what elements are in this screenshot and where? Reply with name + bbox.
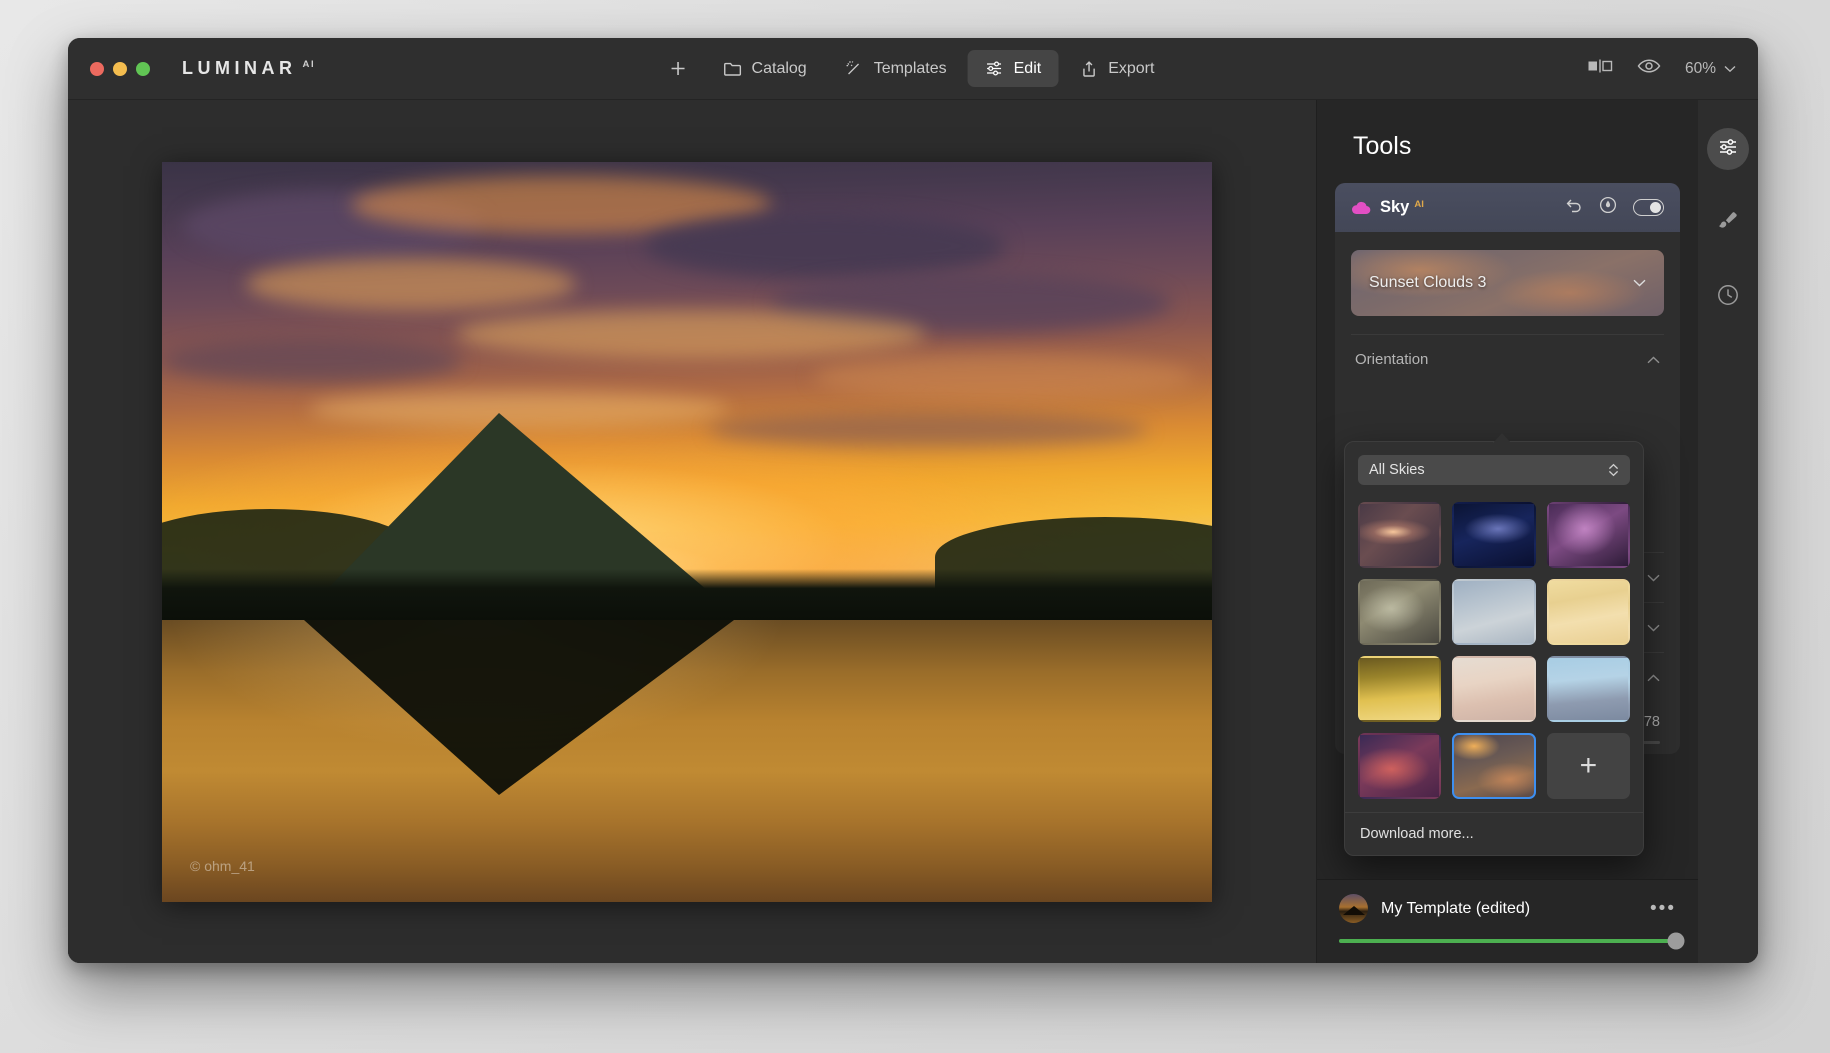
brand-superscript: AI bbox=[303, 59, 316, 70]
main-content: © ohm_41 Tools Sky AI bbox=[68, 100, 1758, 963]
title-bar: LUMINAR AI Catalog bbox=[68, 38, 1758, 100]
tab-catalog-label: Catalog bbox=[752, 60, 807, 78]
shoreline bbox=[162, 569, 1212, 621]
cloud-shape bbox=[162, 339, 462, 383]
brand-name: LUMINAR bbox=[182, 58, 297, 79]
plus-icon bbox=[669, 59, 688, 78]
sky-thumbnail[interactable] bbox=[1547, 656, 1630, 722]
sky-tool-header[interactable]: Sky AI bbox=[1335, 183, 1680, 232]
tab-templates[interactable]: Templates bbox=[828, 50, 964, 87]
mountain-reflection bbox=[304, 620, 734, 795]
photo-canvas[interactable]: © ohm_41 bbox=[68, 100, 1316, 963]
page-title: Tools bbox=[1317, 100, 1698, 183]
chevron-down-icon bbox=[1647, 619, 1660, 636]
tab-export-label: Export bbox=[1108, 60, 1154, 78]
sky-thumbnail[interactable] bbox=[1358, 579, 1441, 645]
sky-picker-popup: All Skies + Download more... bbox=[1344, 441, 1644, 856]
chevron-up-icon bbox=[1647, 669, 1660, 686]
share-icon bbox=[1079, 59, 1098, 78]
edited-photo: © ohm_41 bbox=[162, 162, 1212, 902]
sky-tool-toggle[interactable] bbox=[1633, 199, 1664, 216]
ellipsis-icon[interactable]: ••• bbox=[1650, 898, 1676, 920]
download-more-link[interactable]: Download more... bbox=[1345, 812, 1643, 855]
chevron-down-icon bbox=[1647, 569, 1660, 586]
section-orientation-label: Orientation bbox=[1355, 351, 1428, 368]
close-button[interactable] bbox=[90, 62, 104, 76]
cloud-shape bbox=[246, 258, 576, 310]
tool-ai-badge: AI bbox=[1414, 199, 1424, 210]
cloud-shape bbox=[456, 310, 926, 358]
sky-thumbnail[interactable] bbox=[1452, 502, 1535, 568]
rail-history-button[interactable] bbox=[1707, 276, 1749, 318]
undo-icon[interactable] bbox=[1565, 197, 1583, 218]
cloud-icon bbox=[1351, 201, 1371, 215]
luminar-window: LUMINAR AI Catalog bbox=[68, 38, 1758, 963]
sky-thumbnail-grid: + bbox=[1345, 489, 1643, 812]
magic-wand-icon bbox=[845, 59, 864, 78]
folder-icon bbox=[723, 59, 742, 78]
sky-category-label: All Skies bbox=[1369, 462, 1425, 478]
sky-thumbnail[interactable] bbox=[1452, 579, 1535, 645]
clock-icon bbox=[1716, 283, 1740, 312]
app-brand: LUMINAR AI bbox=[182, 58, 315, 79]
chevron-down-icon bbox=[1724, 65, 1736, 73]
mask-brush-icon[interactable] bbox=[1599, 196, 1617, 219]
tab-export[interactable]: Export bbox=[1062, 50, 1171, 87]
sky-thumbnail[interactable] bbox=[1452, 656, 1535, 722]
sliders-icon bbox=[985, 59, 1004, 78]
sliders-icon bbox=[1717, 136, 1739, 163]
sky-thumbnail[interactable] bbox=[1358, 502, 1441, 568]
zoom-level-button[interactable]: 60% bbox=[1685, 60, 1736, 78]
sky-selection-label: Sunset Clouds 3 bbox=[1369, 274, 1486, 292]
brush-icon bbox=[1716, 209, 1740, 238]
rail-edit-tools-button[interactable] bbox=[1707, 128, 1749, 170]
right-icon-rail bbox=[1698, 100, 1758, 963]
sky-tool-name: Sky AI bbox=[1380, 198, 1424, 217]
reflection-amount-value: 78 bbox=[1644, 714, 1660, 730]
sky-thumbnail[interactable] bbox=[1547, 502, 1630, 568]
zoom-level-value: 60% bbox=[1685, 60, 1716, 78]
sky-tool-actions bbox=[1565, 196, 1664, 219]
cloud-shape bbox=[813, 354, 1193, 400]
template-slider-knob[interactable] bbox=[1668, 933, 1685, 950]
chevron-down-icon bbox=[1633, 274, 1646, 292]
tab-edit[interactable]: Edit bbox=[968, 50, 1059, 87]
template-thumbnail bbox=[1339, 894, 1368, 923]
tab-templates-label: Templates bbox=[874, 60, 947, 78]
template-amount-slider[interactable] bbox=[1339, 939, 1676, 943]
tab-edit-label: Edit bbox=[1014, 60, 1042, 78]
compare-view-icon[interactable] bbox=[1587, 58, 1613, 79]
template-name: My Template (edited) bbox=[1381, 900, 1530, 918]
toolbar-right: 60% bbox=[1587, 38, 1736, 99]
template-slider-fill bbox=[1339, 939, 1676, 943]
tool-label: Sky bbox=[1380, 198, 1409, 217]
chevron-up-icon bbox=[1647, 351, 1660, 368]
up-down-chevron-icon bbox=[1608, 463, 1619, 477]
tools-panel: Tools Sky AI bbox=[1316, 100, 1698, 963]
rail-brush-button[interactable] bbox=[1707, 202, 1749, 244]
cloud-shape bbox=[708, 413, 1148, 447]
add-photo-button[interactable] bbox=[655, 50, 702, 87]
toolbar-nav: Catalog Templates bbox=[655, 38, 1172, 99]
add-sky-button[interactable]: + bbox=[1547, 733, 1630, 799]
sky-category-select[interactable]: All Skies bbox=[1358, 455, 1630, 485]
sky-thumbnail[interactable] bbox=[1452, 733, 1535, 799]
template-header: My Template (edited) ••• bbox=[1339, 894, 1676, 923]
minimize-button[interactable] bbox=[113, 62, 127, 76]
section-orientation[interactable]: Orientation bbox=[1351, 334, 1664, 384]
photo-watermark: © ohm_41 bbox=[190, 858, 255, 874]
eye-icon[interactable] bbox=[1637, 58, 1661, 79]
sky-selection-button[interactable]: Sunset Clouds 3 bbox=[1351, 250, 1664, 316]
cloud-shape bbox=[645, 213, 1005, 279]
tab-catalog[interactable]: Catalog bbox=[706, 50, 824, 87]
tools-scroll-area[interactable]: Sky AI bbox=[1317, 183, 1698, 879]
traffic-lights bbox=[90, 62, 150, 76]
sky-thumbnail[interactable] bbox=[1358, 733, 1441, 799]
sky-thumbnail[interactable] bbox=[1358, 656, 1441, 722]
maximize-button[interactable] bbox=[136, 62, 150, 76]
template-bar: My Template (edited) ••• bbox=[1317, 879, 1698, 963]
sky-thumbnail[interactable] bbox=[1547, 579, 1630, 645]
